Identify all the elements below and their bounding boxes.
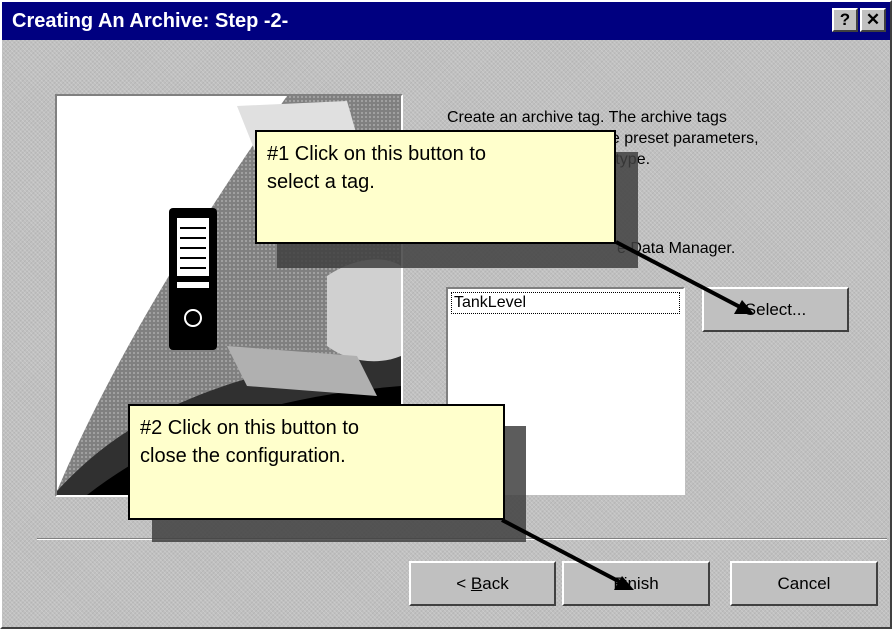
select-tag-button[interactable]: Select...	[702, 287, 849, 332]
callout-line: close the configuration.	[140, 445, 346, 467]
callout-line: #2 Click on this button to	[140, 417, 360, 439]
back-mnemonic: B	[470, 574, 483, 593]
cancel-button[interactable]: Cancel	[730, 561, 878, 606]
description-line: Create an archive tag. The archive tags	[447, 109, 727, 126]
callout-line: select a tag.	[267, 171, 375, 193]
back-button[interactable]: < Back	[409, 561, 556, 606]
close-icon[interactable]: ✕	[860, 8, 886, 32]
callout-finish: #2 Click on this button to close the con…	[128, 404, 505, 520]
callout-line: #1 Click on this button to	[267, 143, 487, 165]
help-icon[interactable]: ?	[832, 8, 858, 32]
callout-select-tag: #1 Click on this button to select a tag.	[255, 130, 616, 244]
window-title: Creating An Archive: Step -2-	[12, 10, 289, 32]
finish-button[interactable]: Finish	[562, 561, 710, 606]
list-item[interactable]: TankLevel	[451, 292, 680, 314]
back-rest: ack	[482, 574, 509, 593]
back-prefix: <	[456, 574, 471, 593]
title-bar[interactable]: Creating An Archive: Step -2- ? ✕	[2, 2, 890, 40]
archive-wizard-dialog: Creating An Archive: Step -2- ? ✕ Create…	[0, 0, 892, 629]
